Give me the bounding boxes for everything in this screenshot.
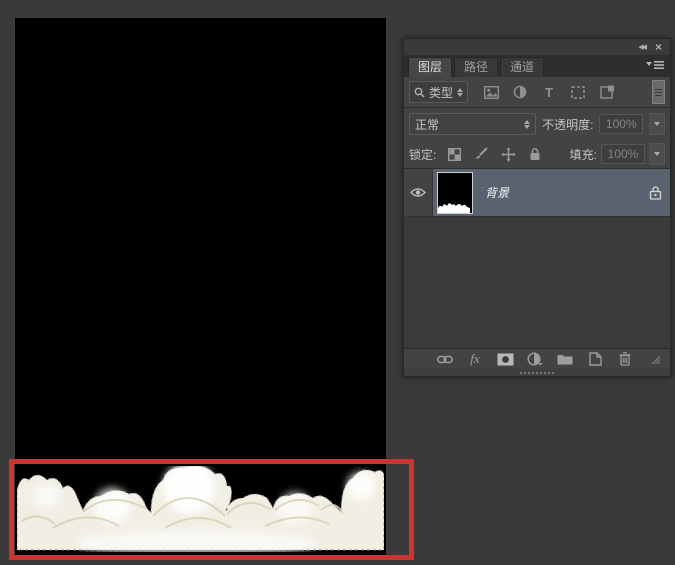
tab-paths[interactable]: 路径	[454, 57, 498, 77]
layer-list: 背景	[404, 169, 670, 348]
layer-name: 背景	[485, 184, 637, 201]
blend-mode-value: 正常	[415, 116, 439, 133]
lock-transparency-icon[interactable]	[445, 145, 463, 163]
filter-type-layers-icon[interactable]: T	[540, 83, 558, 101]
thumbnail-cloud-art	[438, 201, 470, 213]
filter-adjustment-layers-icon[interactable]	[511, 83, 529, 101]
search-icon	[414, 87, 425, 98]
lock-icon	[649, 185, 662, 200]
lock-label: 锁定:	[409, 146, 436, 163]
filter-kind-label: 类型	[429, 84, 453, 101]
panel-tabs: 图层 路径 通道	[404, 55, 670, 77]
blend-mode-dropdown[interactable]: 正常	[409, 113, 536, 135]
new-group-folder-icon[interactable]	[556, 350, 574, 368]
opacity-value[interactable]: 100%	[599, 114, 643, 134]
layer-locked-badge	[649, 185, 662, 200]
panel-menu-icon[interactable]	[646, 59, 664, 71]
new-layer-icon[interactable]	[586, 350, 604, 368]
adjustment-layer-icon[interactable]	[526, 350, 544, 368]
delete-layer-trash-icon[interactable]	[616, 350, 634, 368]
filter-row: 类型 T	[404, 77, 670, 108]
link-layers-icon[interactable]	[436, 350, 454, 368]
chevron-updown-icon	[457, 88, 463, 97]
drag-handle-dots-icon	[520, 372, 554, 374]
layer-row-body[interactable]: 背景	[433, 169, 670, 216]
fill-dropdown-button[interactable]	[649, 143, 665, 165]
collapse-panel-icon[interactable]: ◀◀	[638, 44, 645, 51]
filter-toggle-switch[interactable]	[652, 80, 665, 104]
panel-resize-grip-icon[interactable]	[646, 350, 664, 368]
photoshop-workspace: ◀◀ × 图层 路径 通道 类型	[0, 0, 675, 565]
layer-row-background[interactable]: 背景	[404, 169, 670, 217]
lock-all-icon[interactable]	[526, 145, 544, 163]
lock-position-move-icon[interactable]	[499, 145, 517, 163]
panel-titlebar: ◀◀ ×	[404, 39, 670, 55]
filter-kind-dropdown[interactable]: 类型	[409, 81, 468, 103]
lock-pixels-brush-icon[interactable]	[472, 145, 490, 163]
panel-bottom-toolbar: fx	[404, 348, 670, 369]
add-layer-mask-icon[interactable]	[496, 350, 514, 368]
layer-thumbnail[interactable]	[437, 172, 473, 214]
fill-value[interactable]: 100%	[601, 144, 645, 164]
fill-label: 填充:	[570, 146, 597, 163]
panel-drag-strip[interactable]	[404, 369, 670, 376]
filter-smart-objects-icon[interactable]	[598, 83, 616, 101]
layers-panel: ◀◀ × 图层 路径 通道 类型	[403, 38, 671, 377]
tab-channels[interactable]: 通道	[500, 57, 544, 77]
lock-row: 锁定: 填充: 100%	[404, 140, 670, 169]
visibility-toggle[interactable]	[404, 169, 433, 216]
filter-shape-layers-icon[interactable]	[569, 83, 587, 101]
filter-pixel-layers-icon[interactable]	[482, 83, 500, 101]
tab-layers[interactable]: 图层	[408, 57, 452, 77]
annotation-rectangle	[9, 459, 414, 560]
opacity-label: 不透明度:	[542, 116, 593, 133]
chevron-updown-icon	[524, 120, 530, 129]
layer-styles-fx-icon[interactable]: fx	[466, 350, 484, 368]
blend-mode-row: 正常 不透明度: 100%	[404, 108, 670, 140]
eye-icon	[410, 187, 426, 198]
close-panel-icon[interactable]: ×	[655, 41, 662, 53]
opacity-dropdown-button[interactable]	[649, 113, 665, 135]
